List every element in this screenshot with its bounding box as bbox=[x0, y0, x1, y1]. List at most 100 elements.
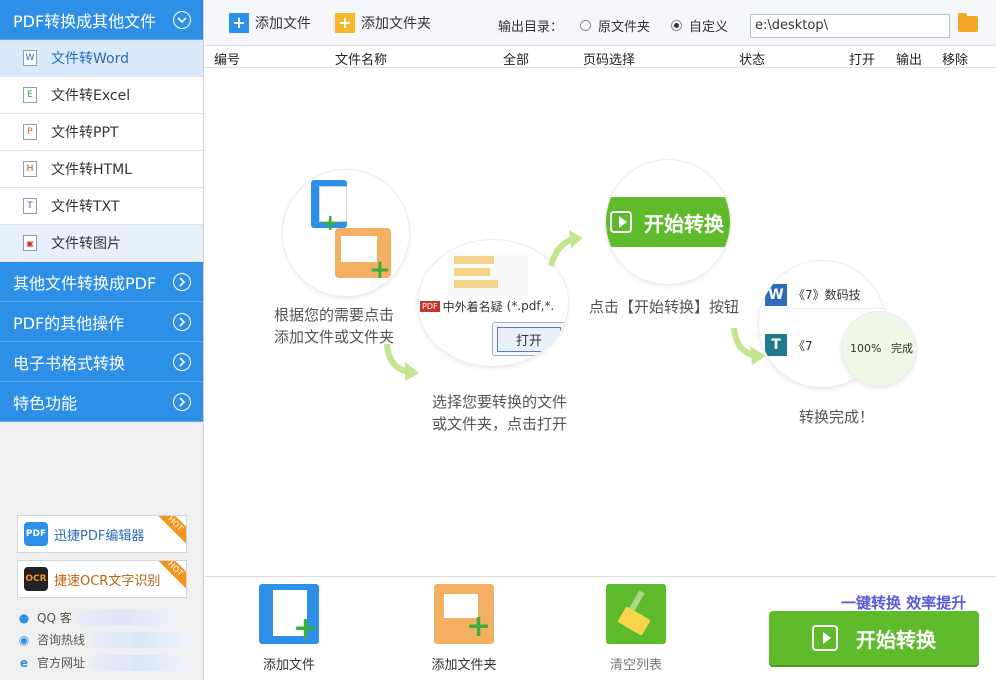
sidebar-item-label: 文件转Excel bbox=[51, 88, 131, 104]
excel-doc-icon: E bbox=[23, 87, 37, 103]
step3-text: 点击【开始转换】按钮 bbox=[589, 298, 740, 316]
toolbar: + 添加文件 + 添加文件夹 输出目录： 原文件夹 自定义 e:\desktop… bbox=[205, 0, 996, 46]
browse-folder-icon[interactable] bbox=[958, 13, 978, 32]
bottom-clear-list-button[interactable]: 清空列表 bbox=[596, 584, 676, 673]
play-icon bbox=[812, 625, 838, 651]
radio-label: 自定义 bbox=[689, 20, 729, 35]
bottom-bar: + 添加文件 + 添加文件夹 清空列表 一键转换 效率提升 开始转换 bbox=[205, 576, 996, 680]
txt-file-icon: T bbox=[765, 334, 787, 356]
chevron-right-icon bbox=[173, 352, 191, 371]
sidebar-section-featured[interactable]: 特色功能 bbox=[0, 382, 203, 422]
hot-badge: HOT bbox=[153, 516, 186, 546]
col-open: 打开 bbox=[849, 53, 876, 68]
add-folder-icon: + bbox=[335, 12, 355, 33]
sidebar-item-to-html[interactable]: H 文件转HTML bbox=[0, 151, 203, 188]
col-all[interactable]: 全部 bbox=[503, 49, 529, 68]
sidebar-section-other-to-pdf[interactable]: 其他文件转换成PDF bbox=[0, 262, 203, 302]
add-folder-label: 添加文件夹 bbox=[361, 15, 431, 32]
step3-illustration: 开始转换 bbox=[606, 160, 730, 284]
arrow-down-right-icon bbox=[384, 343, 419, 381]
add-file-label: 添加文件 bbox=[255, 15, 311, 32]
file-table-header: 编号 文件名称 全部 页码选择 状态 打开 输出 移除 bbox=[205, 46, 996, 68]
contact-qq[interactable]: ● QQ 客 bbox=[17, 609, 176, 626]
bottom-add-folder-button[interactable]: + 添加文件夹 bbox=[424, 584, 504, 673]
bottom-add-file-button[interactable]: + 添加文件 bbox=[249, 584, 329, 673]
progress-percent: 100% bbox=[850, 342, 882, 355]
redacted-value bbox=[89, 631, 190, 648]
sidebar-section-pdf-other-ops[interactable]: PDF的其他操作 bbox=[0, 302, 203, 342]
slogan-text: 一键转换 效率提升 bbox=[841, 594, 967, 612]
bottom-add-folder-label: 添加文件夹 bbox=[431, 658, 497, 673]
step2-open-button: 打开 bbox=[496, 326, 561, 352]
plus-icon: + bbox=[321, 211, 340, 236]
radio-circle bbox=[580, 20, 591, 31]
step4-row1: 《7》数码技 bbox=[793, 288, 861, 302]
radio-custom[interactable]: 自定义 bbox=[671, 16, 728, 35]
contact-website[interactable]: e 官方网址 bbox=[17, 654, 190, 671]
promo-ocr[interactable]: OCR 捷速OCR文字识别 HOT bbox=[17, 560, 187, 598]
add-folder-button[interactable]: + 添加文件夹 bbox=[335, 12, 431, 33]
output-path-input[interactable]: e:\desktop\ bbox=[750, 14, 950, 38]
promo-pdf-editor[interactable]: PDF 迅捷PDF编辑器 HOT bbox=[17, 515, 187, 553]
col-output: 输出 bbox=[896, 53, 923, 68]
step1-line1: 根据您的需要点击 bbox=[274, 306, 395, 324]
chevron-right-icon bbox=[173, 312, 191, 331]
contact-hotline[interactable]: ◉ 咨询热线 bbox=[17, 631, 190, 648]
pdf-file-icon: PDF bbox=[420, 300, 440, 312]
word-doc-icon: W bbox=[23, 50, 37, 66]
step2-filename: 中外着名疑 bbox=[442, 299, 503, 314]
start-convert-label: 开始转换 bbox=[856, 627, 936, 652]
sidebar-item-to-txt[interactable]: T 文件转TXT bbox=[0, 188, 203, 225]
qq-icon: ● bbox=[18, 610, 30, 625]
contact-label: 咨询热线 bbox=[37, 633, 86, 647]
radio-original-folder[interactable]: 原文件夹 bbox=[580, 16, 650, 35]
step2-line2: 或文件夹，点击打开 bbox=[432, 415, 568, 433]
html-doc-icon: H bbox=[23, 161, 37, 177]
sidebar-item-label: 文件转PPT bbox=[51, 125, 119, 141]
txt-doc-icon: T bbox=[23, 198, 37, 214]
progress-bubble: 100% 完成 bbox=[842, 312, 916, 386]
pdf-editor-logo-icon: PDF bbox=[24, 522, 48, 546]
step1-text: 根据您的需要点击 添加文件或文件夹 bbox=[274, 304, 394, 348]
sidebar-item-to-word[interactable]: W 文件转Word bbox=[0, 40, 203, 77]
sidebar-item-label: 文件转HTML bbox=[51, 162, 132, 178]
step4-text: 转换完成！ bbox=[799, 408, 875, 426]
redacted-value bbox=[75, 609, 176, 626]
sidebar-section-label: 特色功能 bbox=[13, 393, 78, 413]
sidebar-section-label: 电子书格式转换 bbox=[13, 353, 126, 373]
image-doc-icon: ▣ bbox=[23, 235, 37, 251]
add-folder-large-icon: + bbox=[434, 584, 494, 644]
sidebar-section-ebook[interactable]: 电子书格式转换 bbox=[0, 342, 203, 382]
step2-filter: (*.pdf,*. bbox=[506, 299, 555, 313]
plus-icon: + bbox=[369, 255, 391, 285]
promo-label: 迅捷PDF编辑器 bbox=[54, 528, 145, 544]
chevron-down-icon bbox=[173, 10, 191, 29]
sidebar-item-label: 文件转图片 bbox=[51, 236, 121, 252]
start-convert-button[interactable]: 开始转换 bbox=[769, 611, 979, 665]
sidebar-item-label: 文件转TXT bbox=[51, 199, 120, 215]
sidebar-section-pdf-to-other[interactable]: PDF转换成其他文件 bbox=[0, 0, 203, 40]
chevron-right-icon bbox=[173, 392, 191, 411]
radio-circle-selected bbox=[671, 20, 682, 31]
add-file-button[interactable]: + 添加文件 bbox=[229, 12, 311, 33]
sidebar-item-label: 文件转Word bbox=[51, 51, 129, 67]
sidebar-item-to-image[interactable]: ▣ 文件转图片 bbox=[0, 225, 203, 262]
sidebar-item-to-ppt[interactable]: P 文件转PPT bbox=[0, 114, 203, 151]
ie-icon: e bbox=[19, 655, 29, 670]
step1-line2: 添加文件或文件夹 bbox=[274, 328, 395, 346]
add-file-large-icon: + bbox=[259, 584, 319, 644]
redacted-value bbox=[89, 654, 190, 671]
col-remove: 移除 bbox=[942, 53, 969, 68]
sidebar-item-to-excel[interactable]: E 文件转Excel bbox=[0, 77, 203, 114]
radio-label: 原文件夹 bbox=[598, 20, 651, 35]
ocr-logo-icon: OCR bbox=[24, 567, 48, 591]
step3-button-text: 开始转换 bbox=[644, 211, 724, 236]
headset-icon: ◉ bbox=[18, 632, 30, 647]
usage-guide: + + 根据您的需要点击 添加文件或文件夹 PDF 中外着名疑 (*.pdf,*… bbox=[205, 68, 996, 576]
sidebar-section-label: PDF的其他操作 bbox=[13, 313, 125, 333]
step1-illustration: + + bbox=[283, 170, 409, 296]
contact-label: QQ 客 bbox=[37, 611, 72, 625]
sidebar: PDF转换成其他文件 W 文件转Word E 文件转Excel P 文件转PPT… bbox=[0, 0, 204, 680]
ppt-doc-icon: P bbox=[23, 124, 37, 140]
arrow-up-right-icon bbox=[548, 230, 583, 267]
